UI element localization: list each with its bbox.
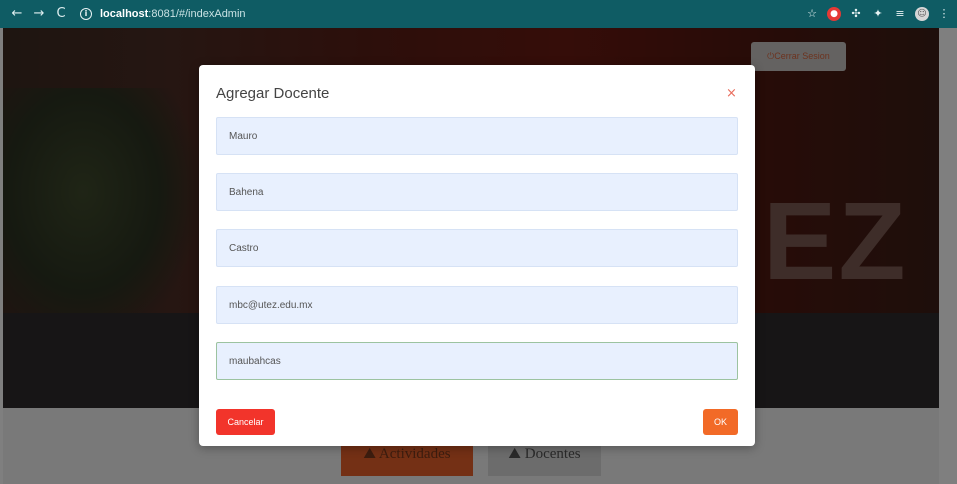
- cancel-button[interactable]: Cancelar: [216, 409, 275, 435]
- first-name-field[interactable]: [216, 117, 738, 155]
- site-info-icon[interactable]: i: [80, 8, 92, 20]
- forward-arrow-icon[interactable]: →: [30, 5, 48, 23]
- add-teacher-dialog: Agregar Docente × Cancelar OK: [199, 65, 755, 446]
- url-host: localhost: [100, 8, 149, 20]
- dialog-title: Agregar Docente: [216, 85, 330, 102]
- reload-icon[interactable]: C: [52, 5, 70, 23]
- paternal-surname-field[interactable]: [216, 173, 738, 211]
- back-arrow-icon[interactable]: ←: [8, 5, 26, 23]
- email-field[interactable]: [216, 286, 738, 324]
- reading-list-icon[interactable]: ≡: [893, 7, 907, 21]
- maternal-surname-field[interactable]: [216, 229, 738, 267]
- ok-button[interactable]: OK: [703, 409, 738, 435]
- browser-actions: ☆ ● ✣ ✦ ≡ ☺ ⋮: [805, 4, 951, 24]
- browser-toolbar: ← → C i localhost :8081/#/indexAdmin ☆ ●…: [0, 0, 957, 28]
- puzzle-extensions-icon[interactable]: ✦: [871, 7, 885, 21]
- profile-avatar-icon[interactable]: ☺: [915, 7, 929, 21]
- bookmark-star-icon[interactable]: ☆: [805, 7, 819, 21]
- username-field[interactable]: [216, 342, 738, 380]
- browser-menu-icon[interactable]: ⋮: [937, 7, 951, 21]
- url-path: :8081/#/indexAdmin: [148, 8, 246, 20]
- close-icon[interactable]: ×: [726, 87, 737, 101]
- address-bar[interactable]: i localhost :8081/#/indexAdmin: [80, 4, 760, 24]
- extension-shield-icon[interactable]: ●: [827, 7, 841, 21]
- extension-icon[interactable]: ✣: [849, 7, 863, 21]
